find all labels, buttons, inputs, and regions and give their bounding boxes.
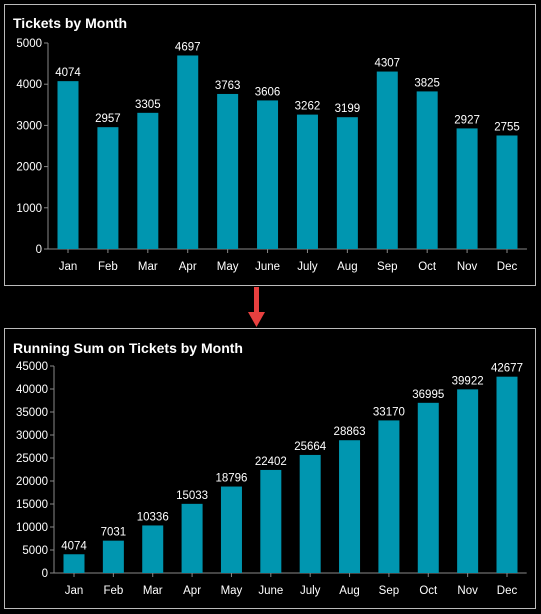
bar-aug <box>339 440 361 573</box>
bar-july <box>299 454 321 573</box>
x-tick-label: Apr <box>183 585 201 597</box>
y-tick-label: 2000 <box>16 162 42 174</box>
chart-2: 0 5000 10000 15000 20000 25000 30000 35000 40000… <box>16 361 527 597</box>
data-label: 7031 <box>101 527 127 539</box>
x-tick-label: Apr <box>179 261 197 273</box>
x-tick-label: Dec <box>497 261 518 273</box>
y-tick-label: 25000 <box>16 453 48 465</box>
bar-june <box>257 100 279 249</box>
bar-july <box>296 114 318 250</box>
bar-dec <box>496 376 518 573</box>
bar-jan <box>57 81 79 249</box>
x-tick-label: Oct <box>418 261 437 273</box>
chart-title-1: Tickets by Month <box>13 15 127 31</box>
data-label: 4074 <box>55 67 81 79</box>
y-tick-label: 0 <box>42 568 48 580</box>
bar-nov <box>456 128 478 249</box>
x-tick-label: July <box>300 585 321 597</box>
y-tick-label: 0 <box>36 244 42 256</box>
bar-may <box>217 93 239 249</box>
y-tick-label: 15000 <box>16 499 48 511</box>
x-tick-label: Dec <box>497 585 518 597</box>
bar-sep <box>376 71 398 249</box>
x-tick-label: July <box>297 261 318 273</box>
y-tick-label: 5000 <box>22 545 48 557</box>
y-tick-label: 4000 <box>16 79 42 91</box>
bar-oct <box>417 402 439 573</box>
y-tick-label: 45000 <box>16 361 48 373</box>
data-label: 36995 <box>412 389 444 401</box>
data-label: 2755 <box>494 121 520 133</box>
bar-dec <box>496 135 518 249</box>
data-label: 4697 <box>175 41 201 53</box>
bar-apr <box>177 55 199 250</box>
x-tick-label: Feb <box>103 585 123 597</box>
data-label: 3305 <box>135 99 161 111</box>
chart-canvas: Tickets by Month Running Sum on Tickets … <box>4 4 536 609</box>
data-label: 2927 <box>454 114 480 126</box>
x-tick-label: Jan <box>65 585 84 597</box>
y-tick-label: 3000 <box>16 120 42 132</box>
data-label: 42677 <box>491 363 523 375</box>
x-tick-label: Aug <box>337 261 357 273</box>
y-tick-label: 30000 <box>16 430 48 442</box>
x-tick-label: June <box>258 585 283 597</box>
y-tick-label: 1000 <box>16 203 42 215</box>
bar-mar <box>142 525 164 573</box>
x-tick-label: Jan <box>59 261 78 273</box>
data-label: 3199 <box>335 103 361 115</box>
data-label: 22402 <box>255 456 287 468</box>
data-label: 25664 <box>294 441 327 453</box>
y-tick-label: 5000 <box>16 38 42 50</box>
data-label: 33170 <box>373 406 405 418</box>
data-label: 3825 <box>414 77 440 89</box>
data-label: 28863 <box>334 426 366 438</box>
x-tick-label: Nov <box>457 261 478 273</box>
data-label: 2957 <box>95 113 121 125</box>
x-tick-label: Nov <box>457 585 478 597</box>
bar-mar <box>137 112 159 249</box>
data-label: 4307 <box>374 58 400 70</box>
bar-aug <box>336 117 358 249</box>
x-tick-label: June <box>255 261 280 273</box>
x-tick-label: Mar <box>138 261 158 273</box>
data-label: 3763 <box>215 80 241 92</box>
x-tick-label: May <box>217 261 239 273</box>
x-tick-label: Feb <box>98 261 118 273</box>
x-tick-label: Aug <box>339 585 359 597</box>
data-label: 3262 <box>295 101 321 113</box>
bar-may <box>220 486 242 573</box>
data-label: 3606 <box>255 86 281 98</box>
chart-title-2: Running Sum on Tickets by Month <box>13 340 243 356</box>
bar-feb <box>102 540 124 573</box>
bar-june <box>260 469 282 573</box>
x-tick-label: Mar <box>143 585 163 597</box>
y-tick-label: 20000 <box>16 476 48 488</box>
data-label: 39922 <box>452 375 484 387</box>
bar-jan <box>63 554 85 573</box>
y-tick-label: 40000 <box>16 384 48 396</box>
data-label: 18796 <box>215 473 247 485</box>
data-label: 15033 <box>176 490 208 502</box>
data-label: 10336 <box>137 511 169 523</box>
y-tick-label: 10000 <box>16 522 48 534</box>
chart-1: 0 1000 2000 3000 4000 5000 4074 Jan 2957 Feb 3305 M… <box>16 38 527 273</box>
y-tick-label: 35000 <box>16 407 48 419</box>
bar-sep <box>378 420 400 573</box>
bar-feb <box>97 127 119 249</box>
x-tick-label: May <box>221 585 243 597</box>
arrow-down-icon <box>248 287 265 327</box>
x-tick-label: Sep <box>379 585 399 597</box>
bar-nov <box>457 389 479 573</box>
data-label: 4074 <box>61 540 87 552</box>
x-tick-label: Sep <box>377 261 397 273</box>
bar-apr <box>181 503 203 573</box>
bar-oct <box>416 91 438 249</box>
x-tick-label: Oct <box>419 585 438 597</box>
